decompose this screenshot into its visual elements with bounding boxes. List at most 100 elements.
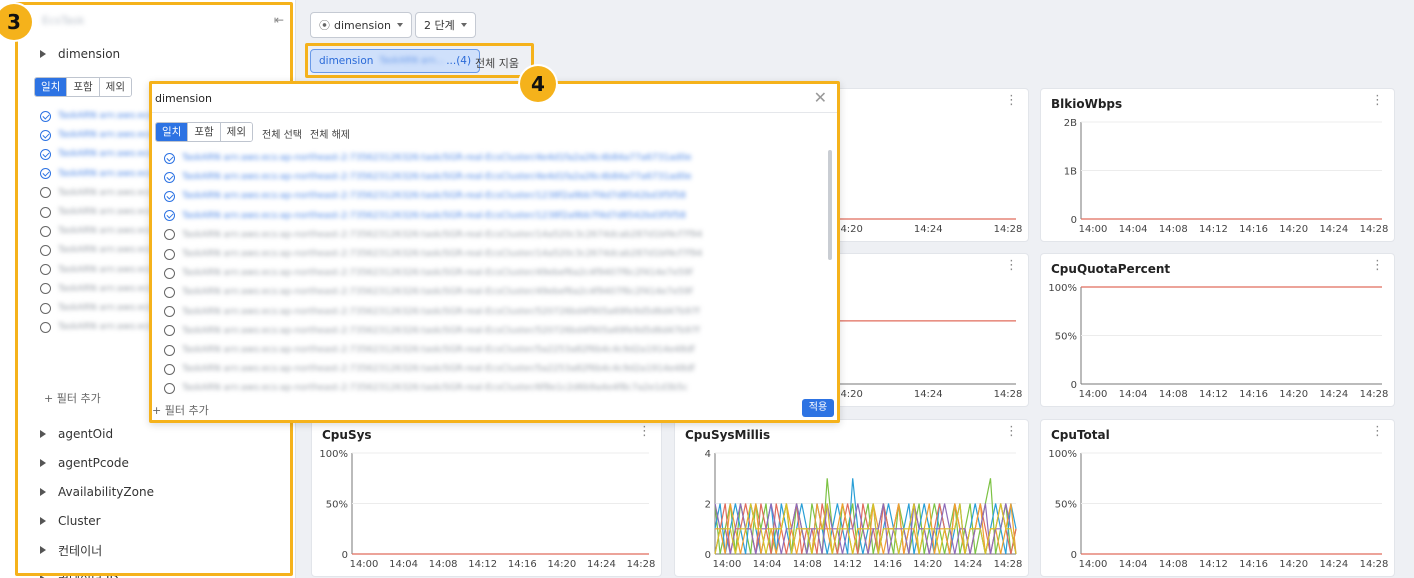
- modal-option-item[interactable]: TaskARN arn:aws:ecs:ap-northeast-2:73562…: [164, 380, 824, 396]
- radio-unchecked-icon[interactable]: [40, 264, 51, 276]
- checked-circle-icon[interactable]: [40, 110, 51, 122]
- match-mode-exclude[interactable]: 제외: [99, 78, 131, 96]
- checked-circle-icon[interactable]: [164, 190, 175, 202]
- x-tick-label: 14:24: [587, 559, 616, 570]
- sidebar-option-item[interactable]: TaskARN arn:aws:ecs: [40, 185, 153, 201]
- modal-match-mode-contains[interactable]: 포함: [188, 123, 221, 141]
- modal-option-item[interactable]: TaskARN arn:aws:ecs:ap-northeast-2:73562…: [164, 342, 824, 358]
- radio-unchecked-icon[interactable]: [164, 248, 175, 260]
- radio-unchecked-icon[interactable]: [164, 344, 175, 356]
- radio-unchecked-icon[interactable]: [40, 187, 51, 199]
- checked-circle-icon[interactable]: [40, 148, 51, 160]
- radio-unchecked-icon[interactable]: [164, 267, 175, 279]
- modal-option-item[interactable]: TaskARN arn:aws:ecs:ap-northeast-2:73562…: [164, 169, 824, 185]
- match-mode-contains[interactable]: 포함: [67, 78, 100, 96]
- radio-unchecked-icon[interactable]: [40, 302, 51, 314]
- chart-panel-cpusys: CpuSys ⋮ 100% 50% 0 14:00 14:04 14:08 14:12 14:16…: [311, 419, 662, 577]
- clear-all-button[interactable]: 전체 지움: [475, 55, 519, 71]
- chip-value: TaskARN arn...: [379, 56, 445, 66]
- sidebar-option-item[interactable]: TaskARN arn:aws:ecs: [40, 108, 153, 124]
- tree-item-label: 컨테이너: [58, 543, 103, 558]
- tree-item[interactable]: 컨테이너 ID: [40, 569, 119, 578]
- modal-option-item[interactable]: TaskARN arn:aws:ecs:ap-northeast-2:73562…: [164, 323, 824, 339]
- y-tick-label: 100%: [1048, 449, 1077, 460]
- x-tick-label: 14:16: [1239, 559, 1268, 570]
- sidebar-option-item[interactable]: TaskARN arn:aws:ecs: [40, 166, 153, 182]
- x-tick-label: 14:04: [753, 559, 782, 570]
- apply-button[interactable]: 적용: [802, 399, 834, 417]
- x-tick-label: 14:04: [389, 559, 418, 570]
- modal-option-item[interactable]: TaskARN arn:aws:ecs:ap-northeast-2:73562…: [164, 361, 824, 377]
- sidebar-option-item[interactable]: TaskARN arn:aws:ecs: [40, 204, 153, 220]
- modal-option-item[interactable]: TaskARN arn:aws:ecs:ap-northeast-2:73562…: [164, 208, 824, 224]
- sidebar-option-item[interactable]: TaskARN arn:aws:ecs: [40, 146, 153, 162]
- tree-item[interactable]: Cluster: [40, 511, 101, 531]
- deselect-all-button[interactable]: 전체 해제: [310, 126, 350, 141]
- modal-option-item[interactable]: TaskARN arn:aws:ecs:ap-northeast-2:73562…: [164, 304, 824, 320]
- checked-circle-icon[interactable]: [164, 210, 175, 222]
- y-tick-label: 2B: [1064, 118, 1077, 129]
- tree-item[interactable]: 컨테이너: [40, 540, 102, 560]
- modal-add-filter-button[interactable]: + 필터 추가: [152, 402, 209, 418]
- x-tick-label: 14:00: [350, 559, 379, 570]
- dimension-groupby-button[interactable]: ⦿ dimension: [310, 12, 412, 38]
- tree-item[interactable]: agentOid: [40, 424, 113, 444]
- radio-unchecked-icon[interactable]: [164, 286, 175, 298]
- radio-unchecked-icon[interactable]: [164, 382, 175, 394]
- close-icon[interactable]: ✕: [814, 88, 827, 107]
- checked-circle-icon[interactable]: [164, 152, 175, 164]
- select-all-button[interactable]: 전체 선택: [262, 126, 302, 141]
- radio-unchecked-icon[interactable]: [164, 325, 175, 337]
- radio-unchecked-icon[interactable]: [40, 321, 51, 333]
- radio-unchecked-icon[interactable]: [40, 283, 51, 295]
- checked-circle-icon[interactable]: [164, 171, 175, 183]
- sidebar-option-item[interactable]: TaskARN arn:aws:ecs: [40, 319, 153, 335]
- modal-option-item[interactable]: TaskARN arn:aws:ecs:ap-northeast-2:73562…: [164, 188, 824, 204]
- option-label: TaskARN arn:aws:ecs:ap-northeast-2:73562…: [182, 306, 700, 317]
- expand-triangle-icon: [40, 459, 46, 467]
- option-label: TaskARN arn:aws:ecs:ap-northeast-2:73562…: [182, 249, 703, 259]
- option-label: TaskARN arn:aws:ecs: [58, 226, 153, 237]
- tree-item[interactable]: agentPcode: [40, 453, 129, 473]
- sidebar-add-filter-button[interactable]: + 필터 추가: [44, 390, 101, 406]
- modal-option-item[interactable]: TaskARN arn:aws:ecs:ap-northeast-2:73562…: [164, 284, 824, 300]
- radio-unchecked-icon[interactable]: [40, 225, 51, 237]
- x-tick-label: 14:28: [1360, 224, 1389, 235]
- sidebar-option-item[interactable]: TaskARN arn:aws:ecs: [40, 300, 153, 316]
- match-mode-exact[interactable]: 일치: [35, 78, 68, 96]
- sidebar-option-item[interactable]: TaskARN arn:aws:ecs: [40, 223, 153, 239]
- option-label: TaskARN arn:aws:ecs:ap-northeast-2:73562…: [182, 153, 692, 163]
- modal-option-item[interactable]: TaskARN arn:aws:ecs:ap-northeast-2:73562…: [164, 150, 824, 166]
- modal-scrollbar[interactable]: [828, 150, 832, 260]
- tree-item-label: AvailabilityZone: [58, 485, 154, 499]
- modal-match-mode-exact[interactable]: 일치: [156, 123, 189, 141]
- radio-unchecked-icon[interactable]: [40, 206, 51, 218]
- level-dropdown-button[interactable]: 2 단계: [415, 12, 476, 38]
- x-tick-label: 14:08: [1159, 389, 1188, 400]
- radio-unchecked-icon[interactable]: [164, 363, 175, 375]
- option-label: TaskARN arn:aws:ecs: [58, 111, 153, 121]
- modal-match-mode-exclude[interactable]: 제외: [220, 123, 252, 141]
- radio-unchecked-icon[interactable]: [164, 306, 175, 318]
- modal-option-item[interactable]: TaskARN arn:aws:ecs:ap-northeast-2:73562…: [164, 227, 824, 243]
- checked-circle-icon[interactable]: [40, 129, 51, 141]
- modal-option-item[interactable]: TaskARN arn:aws:ecs:ap-northeast-2:73562…: [164, 246, 824, 262]
- radio-unchecked-icon[interactable]: [40, 244, 51, 256]
- dimension-filter-chip[interactable]: dimension TaskARN arn... ...(4): [310, 49, 481, 73]
- option-label: TaskARN arn:aws:ecs: [58, 245, 153, 256]
- x-tick-label: 14:00: [1079, 224, 1108, 235]
- collapse-sidebar-icon[interactable]: ⇤: [274, 13, 284, 27]
- checked-circle-icon[interactable]: [40, 168, 51, 180]
- radio-unchecked-icon[interactable]: [164, 229, 175, 241]
- sidebar-option-item[interactable]: TaskARN arn:aws:ecs: [40, 242, 153, 258]
- x-tick-label: 14:28: [627, 559, 656, 570]
- sidebar-option-item[interactable]: TaskARN arn:aws:ecs: [40, 281, 153, 297]
- x-tick-label: 14:28: [1360, 559, 1389, 570]
- dimension-filter-modal: dimension ✕ 일치 포함 제외 전체 선택 전체 해제 TaskARN…: [152, 84, 837, 420]
- y-tick-label: 50%: [326, 500, 348, 511]
- modal-option-item[interactable]: TaskARN arn:aws:ecs:ap-northeast-2:73562…: [164, 265, 824, 281]
- sidebar-option-item[interactable]: TaskARN arn:aws:ecs: [40, 262, 153, 278]
- tree-item[interactable]: AvailabilityZone: [40, 482, 154, 502]
- tree-item-dimension[interactable]: dimension: [40, 44, 120, 64]
- sidebar-option-item[interactable]: TaskARN arn:aws:ecs: [40, 127, 153, 143]
